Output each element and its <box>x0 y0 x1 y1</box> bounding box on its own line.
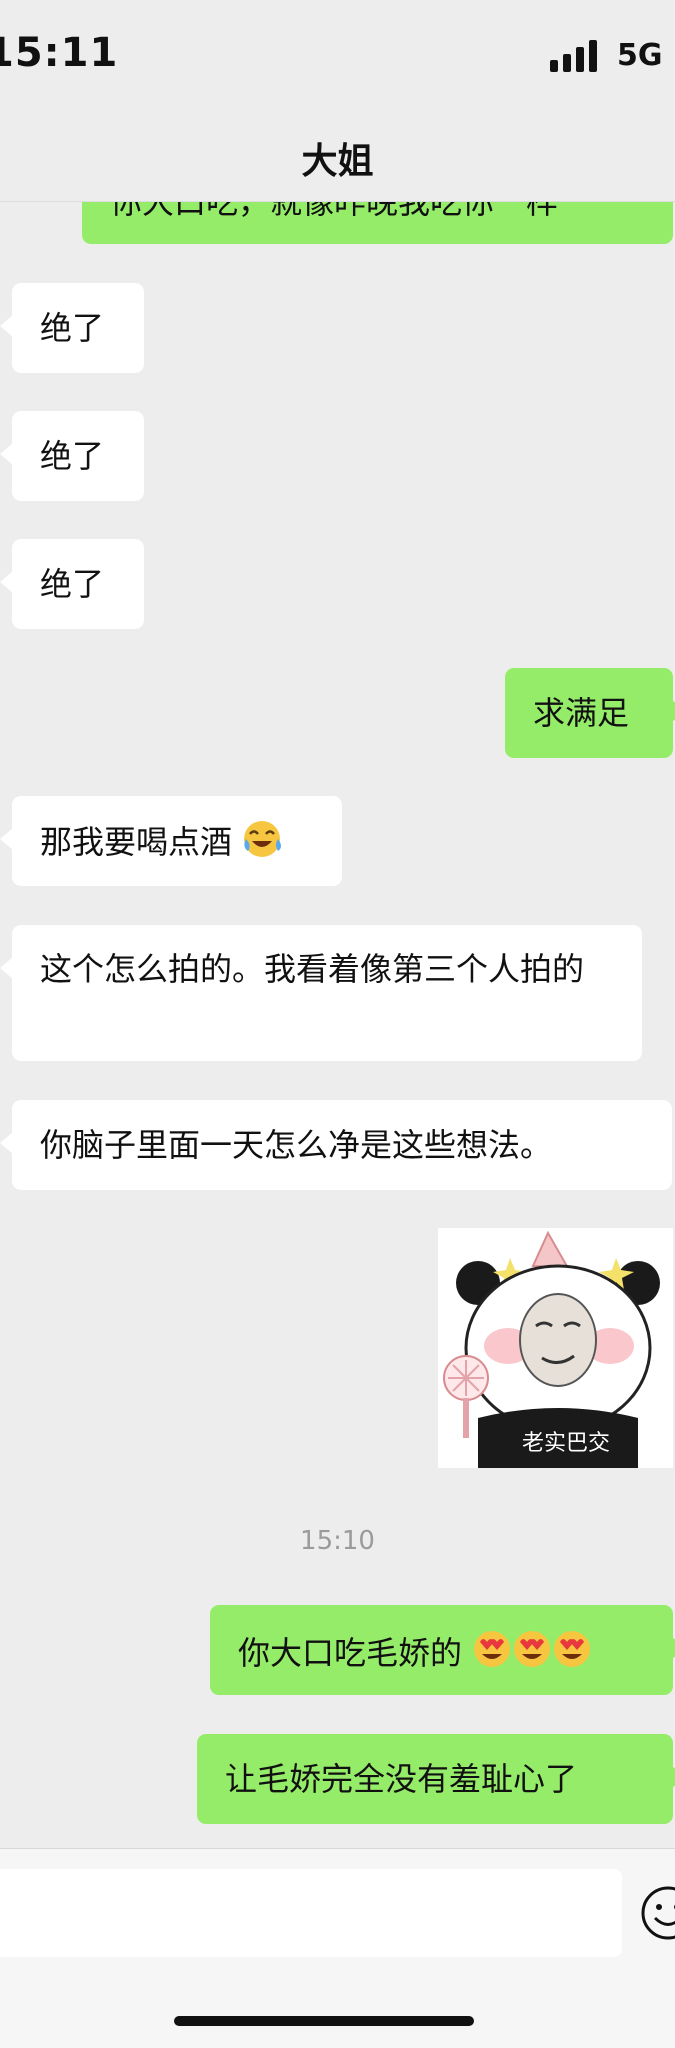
sticker-message[interactable]: 老实巴交 <box>438 1228 673 1468</box>
panda-sticker-image: 老实巴交 <box>438 1228 673 1468</box>
message-bubble-incoming[interactable]: 绝了 <box>0 283 144 373</box>
message-bubble-incoming[interactable]: 这个怎么拍的。我看着像第三个人拍的 <box>0 925 642 1061</box>
message-bubble-outgoing[interactable]: 你大口吃毛娇的 <box>210 1605 675 1695</box>
signal-bars-icon <box>548 38 604 76</box>
heart-eyes-icon <box>472 1628 592 1681</box>
svg-text:老实巴交: 老实巴交 <box>522 1431 610 1456</box>
message-text: 绝了 <box>40 309 105 347</box>
message-bubble-outgoing[interactable]: 求满足 <box>505 668 675 758</box>
message-bubble-incoming[interactable]: 你脑子里面一天怎么净是这些想法。 <box>0 1100 672 1190</box>
message-bubble-incoming[interactable]: 绝了 <box>0 411 144 501</box>
message-bubble-outgoing[interactable]: 让毛娇完全没有羞耻心了 <box>197 1734 675 1824</box>
message-bubble-incoming[interactable]: 绝了 <box>0 539 144 629</box>
message-text: 求满足 <box>533 694 630 732</box>
message-text: 这个怎么拍的。我看着像第三个人拍的 <box>40 950 585 988</box>
network-type: 5G <box>617 38 663 73</box>
message-text: 你大口吃毛娇的 <box>238 1634 463 1672</box>
message-text: 绝了 <box>40 565 105 603</box>
message-text: 让毛娇完全没有羞耻心了 <box>225 1760 578 1798</box>
message-input[interactable] <box>0 1869 622 1957</box>
chat-title[interactable]: 大姐 <box>0 132 675 184</box>
chat-message-list[interactable]: 你大口吃，就像昨晚我吃你一样 绝了 绝了 绝了 求满足 那我要喝点酒 这个怎么拍… <box>0 0 675 2048</box>
chat-header: 大姐 <box>0 110 675 202</box>
message-text: 绝了 <box>40 437 105 475</box>
message-bubble-incoming[interactable]: 那我要喝点酒 <box>0 796 342 886</box>
message-text: 你脑子里面一天怎么净是这些想法。 <box>40 1126 553 1164</box>
status-bar: 15:11 5G <box>0 0 675 110</box>
smiley-icon[interactable] <box>640 1885 675 1945</box>
home-indicator[interactable] <box>174 2016 474 2026</box>
status-time: 15:11 <box>0 30 119 76</box>
face-with-tears-of-joy-icon <box>242 819 284 870</box>
chat-timestamp: 15:10 <box>300 1526 375 1556</box>
message-text: 那我要喝点酒 <box>40 823 233 861</box>
